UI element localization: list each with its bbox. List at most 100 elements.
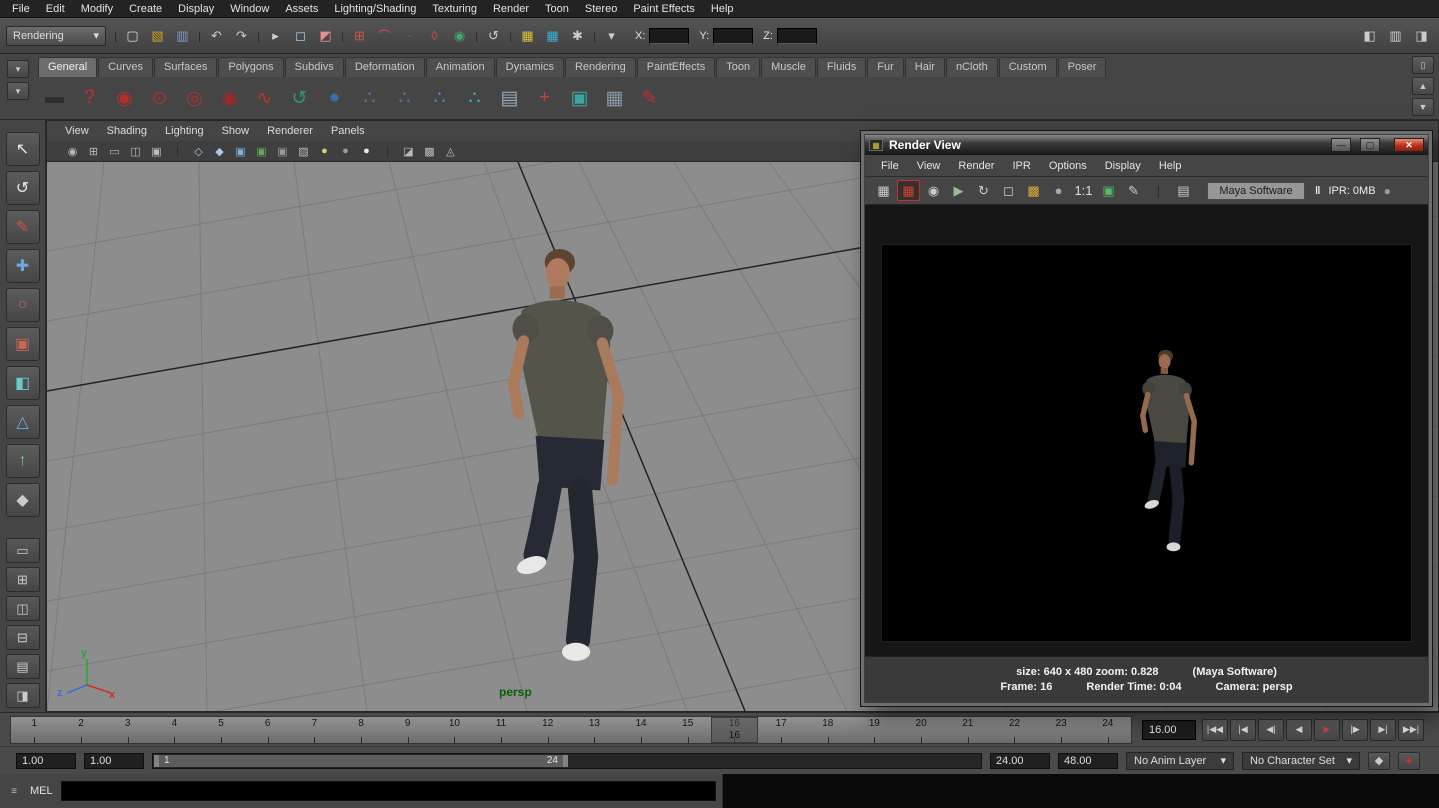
shadows-icon[interactable]: ▣: [273, 143, 292, 160]
shelf-tab[interactable]: PaintEffects: [637, 57, 716, 77]
shaded-mode-icon[interactable]: ◆: [210, 143, 229, 160]
shelf-tab[interactable]: Subdivs: [285, 57, 344, 77]
toggle-checker-icon[interactable]: ▣: [1097, 180, 1120, 201]
snap-to-grid-icon[interactable]: ⊞: [348, 25, 371, 47]
node-tree-icon-2[interactable]: ∴: [388, 82, 421, 115]
timeline-frame[interactable]: 1: [11, 717, 58, 743]
ipr-redo-icon[interactable]: ▶: [947, 180, 970, 201]
paint-select-tool[interactable]: ✎: [6, 210, 40, 244]
shelf-trash-icon[interactable]: ▯: [1412, 56, 1434, 74]
panel-menu-item[interactable]: Renderer: [259, 123, 321, 139]
timeline-frame[interactable]: 24: [1084, 717, 1131, 743]
anim-layer-selector[interactable]: No Anim Layer ▾: [1126, 752, 1234, 770]
menu-item[interactable]: Display: [170, 1, 222, 17]
timeline-frame[interactable]: 12: [524, 717, 571, 743]
use-all-lights-icon[interactable]: ▣: [252, 143, 271, 160]
shelf-tab[interactable]: Fur: [867, 57, 904, 77]
timeline-frame[interactable]: 11: [478, 717, 525, 743]
shelf-tab[interactable]: Deformation: [345, 57, 425, 77]
sphere-arrow-icon[interactable]: ↺: [283, 82, 316, 115]
anim-layer-key-icon[interactable]: ◆: [1368, 752, 1390, 770]
rgb-channels-icon[interactable]: ▩: [1022, 180, 1045, 201]
coord-input[interactable]: [777, 28, 817, 44]
render-view-menu-item[interactable]: Render: [950, 158, 1002, 174]
node-tree-icon-1[interactable]: ∴: [353, 82, 386, 115]
playback-range-bar[interactable]: 1 24: [154, 755, 568, 767]
persp-graph-layout[interactable]: ⊟: [6, 625, 40, 650]
isolate-select-icon[interactable]: ◪: [399, 143, 418, 160]
coord-input[interactable]: [713, 28, 753, 44]
menu-item[interactable]: Help: [703, 1, 742, 17]
snap-to-plane-icon[interactable]: ◊: [423, 25, 446, 47]
minimize-button[interactable]: —: [1331, 138, 1351, 152]
panel-menu-item[interactable]: Show: [214, 123, 258, 139]
current-time-field[interactable]: 16.00: [1142, 720, 1196, 740]
share-view-icon[interactable]: ◬: [441, 143, 460, 160]
shelf-tab[interactable]: Custom: [999, 57, 1057, 77]
save-scene-icon[interactable]: ▥: [171, 25, 194, 47]
shelf-tab[interactable]: Toon: [716, 57, 760, 77]
timeline-frame[interactable]: 19: [851, 717, 898, 743]
timeline-frame[interactable]: 20: [898, 717, 945, 743]
rotate-tool[interactable]: ○: [6, 288, 40, 322]
menu-item[interactable]: Render: [485, 1, 537, 17]
render-settings-icon[interactable]: ▤: [1172, 180, 1195, 201]
select-object-icon[interactable]: ◻: [289, 25, 312, 47]
play-backwards-button[interactable]: ◀: [1286, 719, 1312, 741]
single-pane-layout[interactable]: ▭: [6, 538, 40, 563]
shelf-tab-menu-icon[interactable]: ▾: [7, 60, 29, 78]
textured-mode-icon[interactable]: ▣: [231, 143, 250, 160]
timeline-frame[interactable]: 13: [571, 717, 618, 743]
show-manip-tool[interactable]: ↑: [6, 444, 40, 478]
timeline-frame[interactable]: 17: [758, 717, 805, 743]
ipr-render-icon[interactable]: ▦: [541, 25, 564, 47]
plugin-shading-icon[interactable]: ▩: [420, 143, 439, 160]
render-current-frame-icon[interactable]: ▦: [516, 25, 539, 47]
resolution-gate-icon[interactable]: ◫: [126, 143, 145, 160]
render-view-menu-item[interactable]: Help: [1151, 158, 1190, 174]
attribute-editor-toggle-icon[interactable]: ◧: [1358, 25, 1381, 47]
shelf-tab[interactable]: Hair: [905, 57, 945, 77]
timeline-frame[interactable]: 14: [618, 717, 665, 743]
menu-item[interactable]: Create: [121, 1, 170, 17]
xray-icon[interactable]: ▨: [294, 143, 313, 160]
render-view-canvas[interactable]: [865, 205, 1428, 656]
blue-sphere-icon[interactable]: ●: [318, 82, 351, 115]
playback-start-field[interactable]: 1.00: [84, 753, 144, 769]
maximize-button[interactable]: ▢: [1360, 138, 1380, 152]
renderer-selector[interactable]: Maya Software: [1207, 182, 1305, 200]
persp-uv-layout[interactable]: ◨: [6, 683, 40, 708]
snap-to-point-icon[interactable]: ∙: [398, 25, 421, 47]
open-scene-icon[interactable]: ▧: [146, 25, 169, 47]
timeline-frame[interactable]: 22: [991, 717, 1038, 743]
close-button[interactable]: ✕: [1394, 138, 1424, 152]
timeline-frame[interactable]: 2: [58, 717, 105, 743]
selection-mask-dropdown[interactable]: ▾: [600, 25, 623, 47]
shelf-menu-icon[interactable]: ▾: [7, 82, 29, 100]
shelf-tab[interactable]: Polygons: [218, 57, 283, 77]
shelf-tab[interactable]: Poser: [1058, 57, 1107, 77]
shelf-tab[interactable]: Surfaces: [154, 57, 217, 77]
menu-item[interactable]: Assets: [277, 1, 326, 17]
render-view-menu-item[interactable]: View: [909, 158, 949, 174]
new-scene-icon[interactable]: ▢: [121, 25, 144, 47]
timeline-frame[interactable]: 6: [244, 717, 291, 743]
timeline-frame[interactable]: 5: [198, 717, 245, 743]
four-pane-layout[interactable]: ⊞: [6, 567, 40, 592]
shelf-tab[interactable]: Animation: [426, 57, 495, 77]
command-language-label[interactable]: MEL: [28, 785, 55, 797]
pause-ipr-icon[interactable]: ‖: [1315, 185, 1320, 197]
current-frame-marker[interactable]: 16: [711, 717, 758, 743]
menu-item[interactable]: Stereo: [577, 1, 625, 17]
render-settings-icon[interactable]: ✱: [566, 25, 589, 47]
character-set-selector[interactable]: No Character Set ▾: [1242, 752, 1360, 770]
last-tool[interactable]: ◆: [6, 483, 40, 517]
render-view-window[interactable]: ▦ Render View — ▢ ✕ FileViewRenderIPROpt…: [860, 130, 1433, 707]
shelf-tab[interactable]: Curves: [98, 57, 153, 77]
command-input[interactable]: [61, 781, 716, 801]
timeline-frame[interactable]: 23: [1038, 717, 1085, 743]
timeline-frame[interactable]: 8: [338, 717, 385, 743]
alpha-channel-icon[interactable]: ●: [1047, 180, 1070, 201]
auto-keyframe-icon[interactable]: ●: [1398, 752, 1420, 770]
menu-item[interactable]: File: [4, 1, 38, 17]
